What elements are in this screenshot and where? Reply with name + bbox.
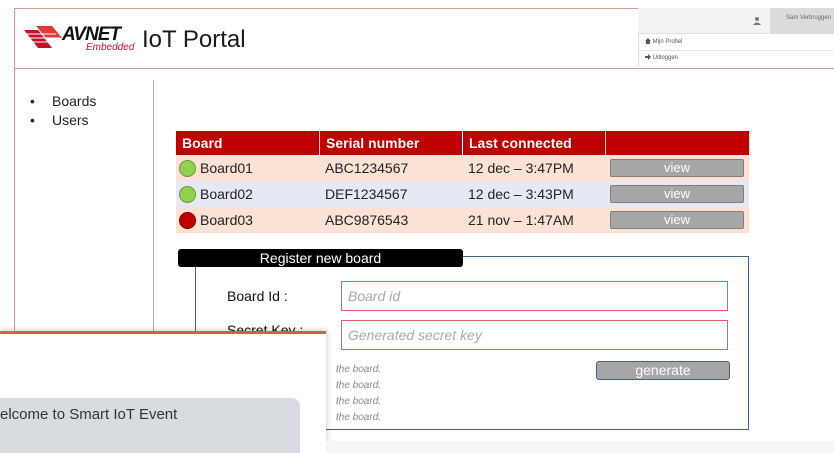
bullet-icon: • (30, 93, 35, 109)
user-dropdown-menu: Mijn Profiel Uitloggen (638, 34, 834, 66)
table-row: Board03 ABC9876543 21 nov – 1:47AM view (176, 207, 749, 233)
serial-number: DEF1234567 (325, 186, 408, 202)
hint-text: the board. (336, 364, 382, 375)
status-online-indicator (179, 160, 196, 177)
footer-strip (326, 441, 834, 453)
logout-icon (645, 54, 651, 61)
generate-button[interactable]: generate (596, 361, 730, 380)
table-header: Board Serial number Last connected (176, 131, 749, 155)
board-id-label: Board Id : (227, 288, 288, 304)
menu-item-logout[interactable]: Uitloggen (645, 51, 678, 65)
user-icon[interactable] (752, 16, 762, 26)
welcome-message: elcome to Smart IoT Event (0, 406, 178, 423)
register-panel-title: Register new board (178, 249, 463, 267)
iot-portal-page: AVNET Embedded IoT Portal Sam Verbruggen… (0, 0, 834, 453)
view-button[interactable]: view (610, 159, 744, 177)
status-offline-indicator (179, 212, 196, 229)
header-divider (14, 68, 834, 69)
sidebar-item-users-label: Users (52, 112, 89, 128)
menu-item-profile-label: Mijn Profiel (652, 39, 683, 45)
last-connected: 12 dec – 3:47PM (468, 160, 574, 176)
sidebar-item-boards[interactable]: • Boards (30, 92, 96, 111)
hint-text: the board. (336, 396, 382, 407)
secret-key-input[interactable] (341, 320, 728, 350)
logo-subtext: Embedded (86, 42, 135, 53)
last-connected: 21 nov – 1:47AM (468, 212, 574, 228)
board-name: Board02 (200, 186, 253, 202)
column-header-board: Board (182, 135, 223, 151)
board-name: Board03 (200, 212, 253, 228)
serial-number: ABC9876543 (325, 212, 409, 228)
view-button[interactable]: view (610, 211, 744, 229)
user-name[interactable]: Sam Verbruggen (786, 15, 831, 21)
sidebar-divider (153, 80, 154, 340)
column-header-serial: Serial number (319, 131, 462, 155)
sidebar-item-users[interactable]: • Users (30, 111, 96, 130)
register-panel-top-border (462, 256, 749, 257)
bullet-icon: • (30, 112, 35, 128)
column-header-action (605, 131, 749, 155)
home-icon (645, 38, 651, 45)
hint-text: the board. (336, 412, 382, 423)
avnet-logo-mark-icon (22, 26, 62, 48)
sidebar-nav: • Boards • Users (30, 92, 96, 130)
board-name: Board01 (200, 160, 253, 176)
board-id-input[interactable] (341, 281, 728, 311)
last-connected: 12 dec – 3:43PM (468, 186, 574, 202)
menu-item-profile[interactable]: Mijn Profiel (645, 35, 682, 49)
status-online-indicator (179, 186, 196, 203)
table-row: Board02 DEF1234567 12 dec – 3:43PM view (176, 181, 749, 207)
user-menu-toggle[interactable] (770, 8, 834, 34)
page-title: IoT Portal (142, 26, 246, 53)
column-header-last-connected: Last connected (462, 131, 605, 155)
menu-item-logout-label: Uitloggen (652, 55, 679, 61)
serial-number: ABC1234567 (325, 160, 409, 176)
table-row: Board01 ABC1234567 12 dec – 3:47PM view (176, 155, 749, 181)
view-button[interactable]: view (610, 185, 744, 203)
boards-table: Board Serial number Last connected Board… (176, 131, 749, 233)
avnet-logo: AVNET Embedded (22, 25, 134, 53)
sidebar-item-boards-label: Boards (52, 93, 97, 109)
hint-text: the board. (336, 380, 382, 391)
